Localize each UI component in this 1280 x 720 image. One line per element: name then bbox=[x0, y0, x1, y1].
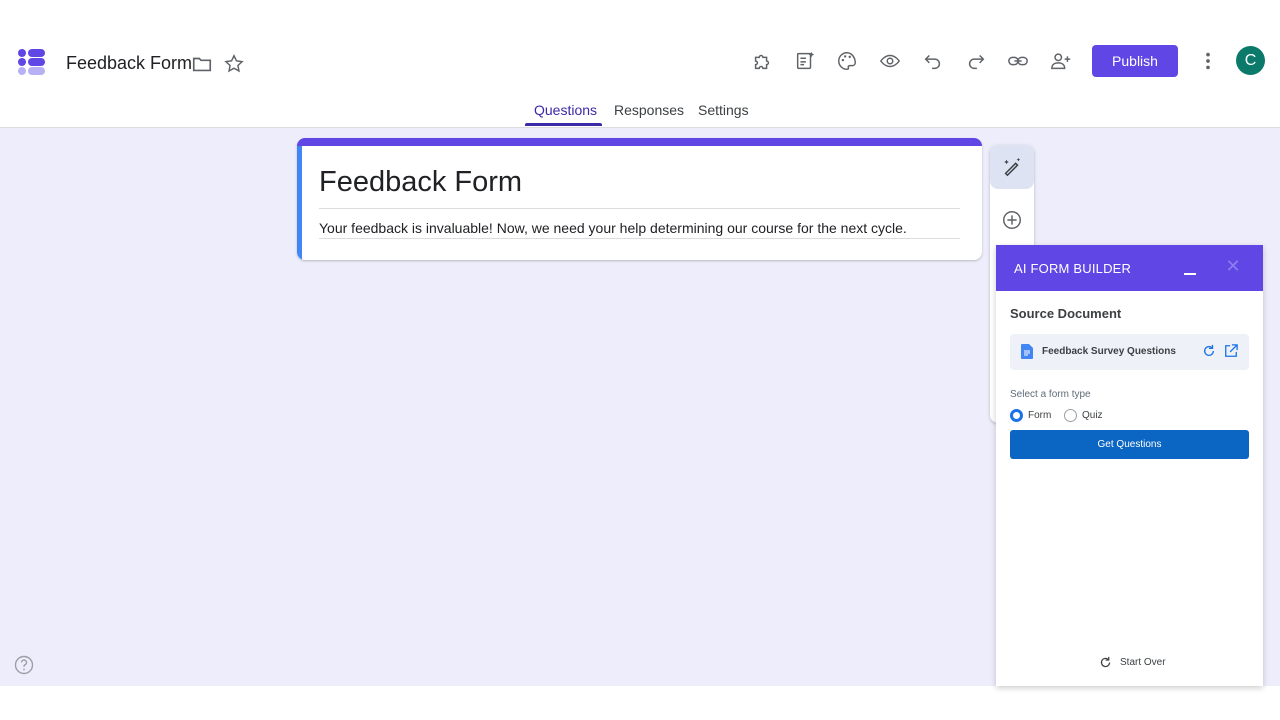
ai-form-builder-panel: AI FORM BUILDER ✕ Source Document Feedba… bbox=[996, 245, 1263, 686]
form-header-card[interactable]: Feedback Form Your feedback is invaluabl… bbox=[297, 138, 982, 260]
get-questions-button[interactable]: Get Questions bbox=[1010, 430, 1249, 459]
google-doc-icon bbox=[1021, 344, 1033, 359]
start-over-button[interactable]: Start Over bbox=[1099, 655, 1166, 669]
palette-icon[interactable] bbox=[835, 49, 859, 73]
form-type-quiz-label[interactable]: Quiz bbox=[1082, 410, 1103, 421]
source-document-name[interactable]: Feedback Survey Questions bbox=[1042, 346, 1176, 357]
restart-icon bbox=[1100, 656, 1111, 667]
form-type-quiz-radio[interactable] bbox=[1064, 409, 1077, 422]
preview-eye-icon[interactable] bbox=[878, 49, 902, 73]
form-type-form-radio[interactable] bbox=[1010, 409, 1023, 422]
link-icon[interactable] bbox=[1006, 49, 1030, 73]
divider bbox=[319, 208, 960, 209]
bottom-strip bbox=[0, 686, 1280, 720]
panel-title: AI FORM BUILDER bbox=[1014, 261, 1132, 276]
add-circle-icon bbox=[1003, 211, 1021, 229]
form-description[interactable]: Your feedback is invaluable! Now, we nee… bbox=[319, 220, 907, 236]
form-type-form-label[interactable]: Form bbox=[1028, 410, 1051, 421]
user-avatar[interactable]: C bbox=[1236, 46, 1265, 75]
tab-settings[interactable]: Settings bbox=[698, 102, 749, 118]
star-icon[interactable] bbox=[222, 52, 246, 76]
tab-questions[interactable]: Questions bbox=[534, 102, 597, 118]
divider bbox=[319, 238, 960, 239]
more-options-icon[interactable] bbox=[1196, 49, 1220, 73]
active-tab-indicator bbox=[525, 123, 602, 126]
panel-header: AI FORM BUILDER ✕ bbox=[996, 245, 1263, 291]
magic-wand-icon bbox=[1004, 157, 1021, 177]
redo-icon[interactable] bbox=[964, 49, 988, 73]
ai-form-icon[interactable] bbox=[793, 49, 817, 73]
addon-puzzle-icon[interactable] bbox=[750, 49, 774, 73]
ai-magic-wand-button[interactable] bbox=[990, 145, 1034, 189]
publish-button[interactable]: Publish bbox=[1092, 45, 1178, 77]
tab-responses[interactable]: Responses bbox=[614, 102, 684, 118]
refresh-icon[interactable] bbox=[1202, 344, 1216, 358]
form-type-label: Select a form type bbox=[1010, 389, 1091, 400]
app-logo-icon bbox=[18, 49, 45, 75]
close-icon[interactable]: ✕ bbox=[1225, 257, 1241, 275]
folder-icon[interactable] bbox=[190, 52, 214, 76]
add-collaborator-icon[interactable] bbox=[1049, 49, 1073, 73]
minimize-icon[interactable] bbox=[1182, 259, 1198, 277]
document-title[interactable]: Feedback Form bbox=[66, 53, 192, 74]
form-title[interactable]: Feedback Form bbox=[319, 166, 522, 199]
open-external-icon[interactable] bbox=[1224, 344, 1238, 358]
source-document-row[interactable]: Feedback Survey Questions bbox=[1010, 334, 1249, 370]
add-question-button[interactable] bbox=[1000, 208, 1024, 232]
top-bar: Feedback Form Publish C Questions Respon… bbox=[0, 0, 1280, 128]
help-icon[interactable] bbox=[14, 655, 34, 675]
card-accent-bar bbox=[297, 138, 982, 146]
start-over-label: Start Over bbox=[1120, 656, 1166, 668]
card-focus-bar bbox=[297, 146, 302, 260]
source-document-heading: Source Document bbox=[1010, 306, 1122, 321]
undo-icon[interactable] bbox=[921, 49, 945, 73]
